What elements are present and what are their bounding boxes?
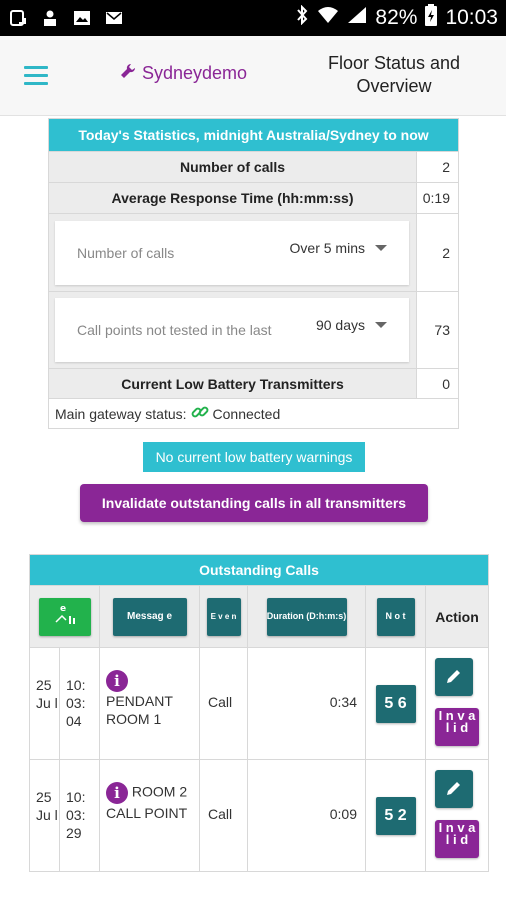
brand-link[interactable]: Sydneydemo — [120, 63, 247, 84]
stats-row-calls: Number of calls 2 — [49, 151, 458, 182]
info-icon[interactable]: i — [106, 782, 128, 804]
calls-over-select[interactable]: Over 5 mins — [290, 240, 387, 256]
call-date: 25 Ju l — [30, 760, 60, 871]
call-date: 25 Ju l — [30, 648, 60, 759]
call-message-cell: i PENDANT ROOM 1 — [100, 648, 200, 759]
not-tested-select[interactable]: 90 days — [316, 317, 387, 333]
action-cell: I n v a l i d — [426, 760, 488, 871]
page-title: Floor Status and Overview — [327, 53, 461, 96]
call-time: 10: 03: 29 — [60, 760, 100, 871]
col-action-header: Action — [435, 608, 479, 625]
stats-label: Number of calls — [49, 152, 417, 182]
clock: 10:03 — [445, 6, 498, 29]
table-row: 25 Ju l 10: 03: 29 i ROOM 2 CALL POINT C… — [30, 759, 488, 871]
notify-cell: 5 2 — [366, 760, 426, 871]
not-tested-card: Call points not tested in the last 90 da… — [55, 298, 409, 362]
image-icon — [72, 8, 92, 28]
col-event-header: E v e n — [200, 586, 248, 647]
person-icon — [40, 8, 60, 28]
stats-table: Today's Statistics, midnight Australia/S… — [48, 118, 459, 429]
stats-value: 2 — [416, 152, 458, 182]
stats-value: 0:19 — [416, 183, 458, 213]
sort-duration-button[interactable]: Duration (D:h:m:s) — [266, 597, 347, 636]
gateway-label: Main gateway status: — [55, 405, 187, 422]
table-header-row: e Messag e E v e n Duration (D:h:m:s) N … — [30, 585, 488, 647]
stats-row-low-battery: Current Low Battery Transmitters 0 — [49, 368, 458, 398]
svg-text:e: e — [60, 604, 66, 614]
sort-notify-button[interactable]: N o t — [376, 597, 415, 636]
pencil-icon — [445, 779, 463, 800]
stats-value: 0 — [416, 369, 458, 398]
calls-over-label: Number of calls — [77, 244, 175, 261]
notify-count-button[interactable]: 5 2 — [375, 796, 416, 835]
stats-row-calls-over: Number of calls Over 5 mins 2 — [49, 213, 458, 291]
notify-cell: 5 6 — [366, 648, 426, 759]
gateway-status-text: Connected — [212, 405, 281, 422]
invalidate-all-button[interactable]: Invalidate outstanding calls in all tran… — [80, 484, 428, 522]
col-time-header: e — [30, 586, 100, 647]
table-row: 25 Ju l 10: 03: 04 i PENDANT ROOM 1 Call… — [30, 647, 488, 759]
sort-event-button[interactable]: E v e n — [206, 597, 241, 636]
wifi-icon — [317, 6, 339, 30]
wrench-icon — [120, 63, 136, 84]
call-duration: 0:34 — [248, 648, 366, 759]
action-cell: I n v a l i d — [426, 648, 488, 759]
pencil-icon — [445, 667, 463, 688]
brand-name: Sydneydemo — [142, 63, 248, 83]
link-icon — [191, 403, 209, 424]
stats-value: 2 — [416, 214, 458, 291]
outstanding-calls-table: Outstanding Calls e Messag e E v e n Dur… — [29, 554, 489, 872]
calls-over-card: Number of calls Over 5 mins — [55, 220, 409, 285]
dropdown-caret-icon — [375, 244, 387, 251]
battery-icon — [425, 4, 438, 32]
screenshot-icon — [8, 8, 28, 28]
bluetooth-icon — [295, 4, 309, 31]
stats-heading: Today's Statistics, midnight Australia/S… — [49, 119, 458, 151]
info-icon[interactable]: i — [106, 670, 128, 692]
call-duration: 0:09 — [248, 760, 366, 871]
col-duration-header: Duration (D:h:m:s) — [248, 586, 366, 647]
outstanding-heading: Outstanding Calls — [30, 555, 488, 585]
battery-percent: 82% — [375, 6, 418, 29]
sort-time-icon: e — [50, 602, 80, 631]
battery-notice: No current low battery warnings — [143, 442, 365, 472]
not-tested-label: Call points not tested in the last — [77, 322, 272, 338]
edit-button[interactable] — [435, 658, 473, 696]
call-message: PENDANT ROOM 1 — [106, 693, 173, 727]
stats-row-response: Average Response Time (hh:mm:ss) 0:19 — [49, 182, 458, 213]
stats-row-not-tested: Call points not tested in the last 90 da… — [49, 291, 458, 368]
sort-message-button[interactable]: Messag e — [112, 597, 187, 636]
stats-label: Average Response Time (hh:mm:ss) — [49, 183, 417, 213]
not-tested-cell: Call points not tested in the last 90 da… — [49, 292, 417, 368]
col-message-header: Messag e — [100, 586, 200, 647]
call-time: 10: 03: 04 — [60, 648, 100, 759]
call-event: Call — [200, 760, 248, 871]
call-event: Call — [200, 648, 248, 759]
stats-label: Current Low Battery Transmitters — [49, 369, 417, 398]
edit-button[interactable] — [435, 770, 473, 808]
invalidate-button[interactable]: I n v a l i d — [435, 708, 479, 746]
sort-time-button[interactable]: e — [38, 597, 91, 636]
calls-over-cell: Number of calls Over 5 mins — [49, 214, 417, 291]
stats-value: 73 — [416, 292, 458, 368]
app-bar: Sydneydemo Floor Status and Overview — [0, 36, 506, 116]
gateway-status: Main gateway status: Connected — [49, 398, 458, 428]
mail-icon — [104, 8, 124, 28]
calls-over-selected: Over 5 mins — [289, 239, 365, 256]
status-bar: 82% 10:03 — [0, 0, 506, 36]
dropdown-caret-icon — [375, 322, 387, 328]
call-message-cell: i ROOM 2 CALL POINT — [100, 760, 200, 871]
col-notify-header: N o t — [366, 586, 426, 647]
not-tested-selected: 90 days — [315, 317, 365, 333]
notify-count-button[interactable]: 5 6 — [375, 684, 416, 723]
invalidate-button[interactable]: I n v a l i d — [435, 820, 479, 858]
signal-icon — [347, 6, 367, 30]
menu-icon[interactable] — [24, 66, 48, 86]
